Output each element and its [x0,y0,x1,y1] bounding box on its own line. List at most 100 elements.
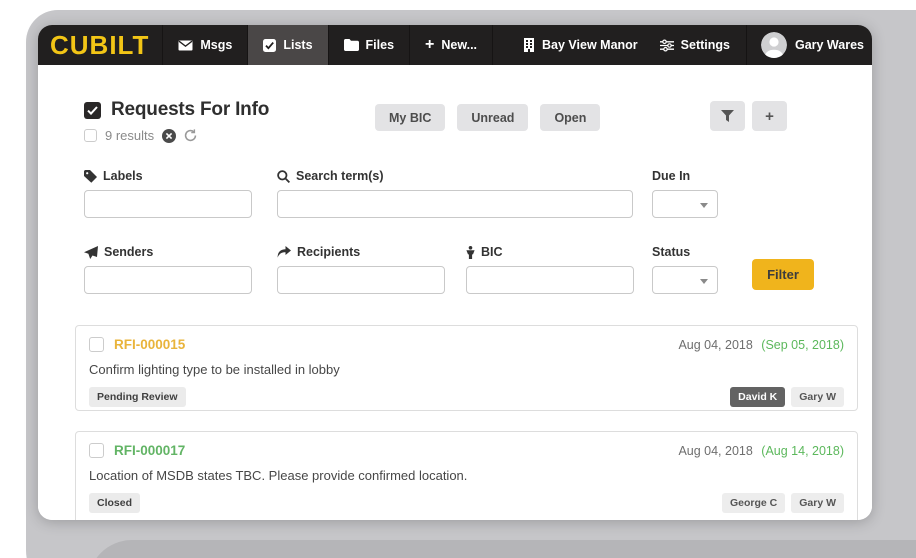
due-in-label: Due In [652,169,718,183]
user-name: Gary Wares [794,38,864,52]
navbar-right: Bay View Manor Settings Gary Wares [523,25,872,65]
refresh-icon[interactable] [184,129,197,142]
search-input[interactable] [277,190,633,218]
funnel-icon [721,110,734,122]
senders-field-group: Senders [84,245,252,294]
tag-icon [84,169,97,183]
labels-label: Labels [84,169,252,183]
search-label-text: Search term(s) [296,169,384,183]
folder-icon [343,39,359,51]
rfi-due-date: (Aug 14, 2018) [761,443,844,458]
rfi-dates: Aug 04, 2018 (Aug 14, 2018) [678,444,844,458]
results-row: 9 results [84,128,197,143]
results-count: 9 results [105,128,155,143]
user-menu[interactable]: Gary Wares [747,32,872,58]
assignee-badge[interactable]: Gary W [791,493,844,513]
due-in-select[interactable] [652,190,718,218]
plus-icon: + [765,107,774,125]
settings-label: Settings [680,38,730,52]
results-checkbox[interactable] [84,129,97,142]
rfi-due-date: (Sep 05, 2018) [761,337,844,352]
search-icon [277,169,290,183]
app-window: CUBILT Msgs Lists Files + New... Bay Vie… [38,25,872,520]
rfi-summary: Confirm lighting type to be installed in… [89,362,340,377]
filter-button[interactable]: Filter [752,259,814,290]
rfi-status-badge: Pending Review [89,387,186,407]
labels-field-group: Labels [84,169,252,218]
rfi-card-foot: Pending Review David K Gary W [89,387,844,407]
recipients-input[interactable] [277,266,445,294]
senders-label: Senders [84,245,252,259]
rfi-card-head: RFI-000015 Aug 04, 2018 (Sep 05, 2018) [89,337,844,352]
open-button[interactable]: Open [540,104,601,131]
bic-label: BIC [466,245,634,259]
page-title-row: Requests For Info [84,99,269,121]
quick-filters: My BIC Unread Open [375,104,601,131]
header-actions: + [710,101,787,131]
send-icon [84,245,98,259]
bic-input[interactable] [466,266,634,294]
project-selector[interactable]: Bay View Manor [523,38,638,52]
rfi-card: RFI-000015 Aug 04, 2018 (Sep 05, 2018) C… [75,325,858,411]
page-content: Requests For Info 9 results My BIC Unrea… [38,65,872,520]
rfi-checkbox[interactable] [89,337,104,352]
nav-new-tab[interactable]: + New... [409,25,494,65]
bic-label-text: BIC [481,245,503,259]
filter-toggle-button[interactable] [710,101,745,131]
rfi-status-badge: Closed [89,493,141,513]
status-select[interactable] [652,266,718,294]
my-bic-button[interactable]: My BIC [375,104,446,131]
forward-arrow-icon [277,246,291,258]
recipients-label: Recipients [277,245,445,259]
due-in-label-text: Due In [652,169,691,183]
plus-icon: + [425,36,435,53]
status-label-text: Status [652,245,691,259]
search-field-group: Search term(s) [277,169,633,218]
status-label: Status [652,245,718,259]
nav-files-tab[interactable]: Files [327,25,410,65]
unread-button[interactable]: Unread [457,104,529,131]
rfi-dates: Aug 04, 2018 (Sep 05, 2018) [678,338,844,352]
assignee-badge[interactable]: David K [730,387,786,407]
chevron-down-icon [700,203,708,208]
nav-settings[interactable]: Settings [659,38,730,52]
rfi-date: Aug 04, 2018 [678,337,753,352]
rfi-date: Aug 04, 2018 [678,443,753,458]
nav-label: Lists [283,38,313,52]
chevron-down-icon [700,279,708,284]
labels-label-text: Labels [103,169,143,183]
recipients-field-group: Recipients [277,245,445,294]
rfi-id-link[interactable]: RFI-000015 [114,337,185,352]
envelope-icon [178,40,193,51]
senders-input[interactable] [84,266,252,294]
device-frame-shade [88,540,916,558]
rfi-id-link[interactable]: RFI-000017 [114,443,185,458]
rfi-summary: Location of MSDB states TBC. Please prov… [89,468,468,483]
labels-input[interactable] [84,190,252,218]
sliders-icon [659,38,674,52]
nav-msgs-tab[interactable]: Msgs [162,25,247,65]
building-icon [523,38,535,52]
screenshot-canvas: CUBILT Msgs Lists Files + New... Bay Vie… [0,0,916,558]
bic-field-group: BIC [466,245,634,294]
app-logo[interactable]: CUBILT [50,30,149,61]
rfi-checkbox[interactable] [89,443,104,458]
rfi-card-foot: Closed George C Gary W [89,493,844,513]
checkbox-icon [263,38,277,52]
nav-label: Msgs [200,38,233,52]
nav-lists-tab[interactable]: Lists [247,25,328,65]
project-name: Bay View Manor [542,38,638,52]
status-field-group: Status [652,245,718,294]
nav-label: Files [365,38,395,52]
select-all-checkbox[interactable] [84,101,101,119]
nav-label: New... [441,38,478,52]
clear-filters-icon[interactable] [162,128,177,143]
top-navbar: CUBILT Msgs Lists Files + New... Bay Vie… [38,25,872,65]
add-button[interactable]: + [752,101,787,131]
assignee-badge[interactable]: George C [721,493,786,513]
avatar [760,32,787,58]
assignee-badge[interactable]: Gary W [791,387,844,407]
search-label: Search term(s) [277,169,633,183]
senders-label-text: Senders [104,245,154,259]
rfi-card-head: RFI-000017 Aug 04, 2018 (Aug 14, 2018) [89,443,844,458]
